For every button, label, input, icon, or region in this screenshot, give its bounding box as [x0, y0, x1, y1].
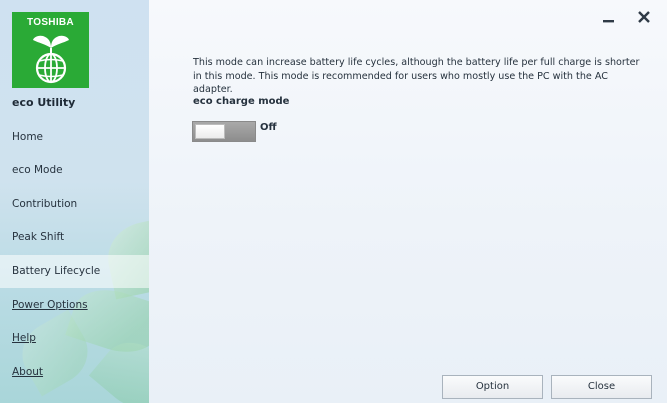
toshiba-eco-logo: TOSHIBA	[12, 12, 89, 88]
sidebar-item-contribution[interactable]: Contribution	[0, 188, 149, 221]
sidebar-item-help[interactable]: Help	[0, 322, 149, 355]
sidebar-item-peak-shift[interactable]: Peak Shift	[0, 221, 149, 254]
battery-lifecycle-description: This mode can increase battery life cycl…	[193, 57, 640, 95]
eco-charge-mode-label: eco charge mode	[193, 96, 290, 107]
option-button[interactable]: Option	[442, 375, 543, 399]
sidebar-item-home[interactable]: Home	[0, 121, 149, 154]
toggle-state-label: Off	[260, 122, 277, 133]
eco-utility-window: TOSHIBA eco Utility Home eco Mode Contri…	[0, 0, 667, 403]
app-title: eco Utility	[12, 96, 76, 109]
sidebar: TOSHIBA eco Utility Home eco Mode Contri…	[0, 0, 149, 403]
close-button[interactable]: Close	[551, 375, 652, 399]
minimize-button[interactable]	[598, 8, 618, 28]
eco-globe-sprout-icon	[33, 35, 69, 84]
sidebar-item-battery-lifecycle[interactable]: Battery Lifecycle	[0, 255, 149, 288]
logo-brand-text: TOSHIBA	[27, 17, 74, 28]
sidebar-item-about[interactable]: About	[0, 356, 149, 389]
close-window-button[interactable]	[634, 8, 654, 28]
sidebar-item-power-options[interactable]: Power Options	[0, 289, 149, 322]
toggle-knob	[195, 124, 225, 139]
eco-charge-mode-toggle[interactable]	[192, 121, 256, 142]
close-icon	[638, 11, 650, 23]
sidebar-item-eco-mode[interactable]: eco Mode	[0, 154, 149, 187]
minimize-icon	[603, 20, 614, 23]
